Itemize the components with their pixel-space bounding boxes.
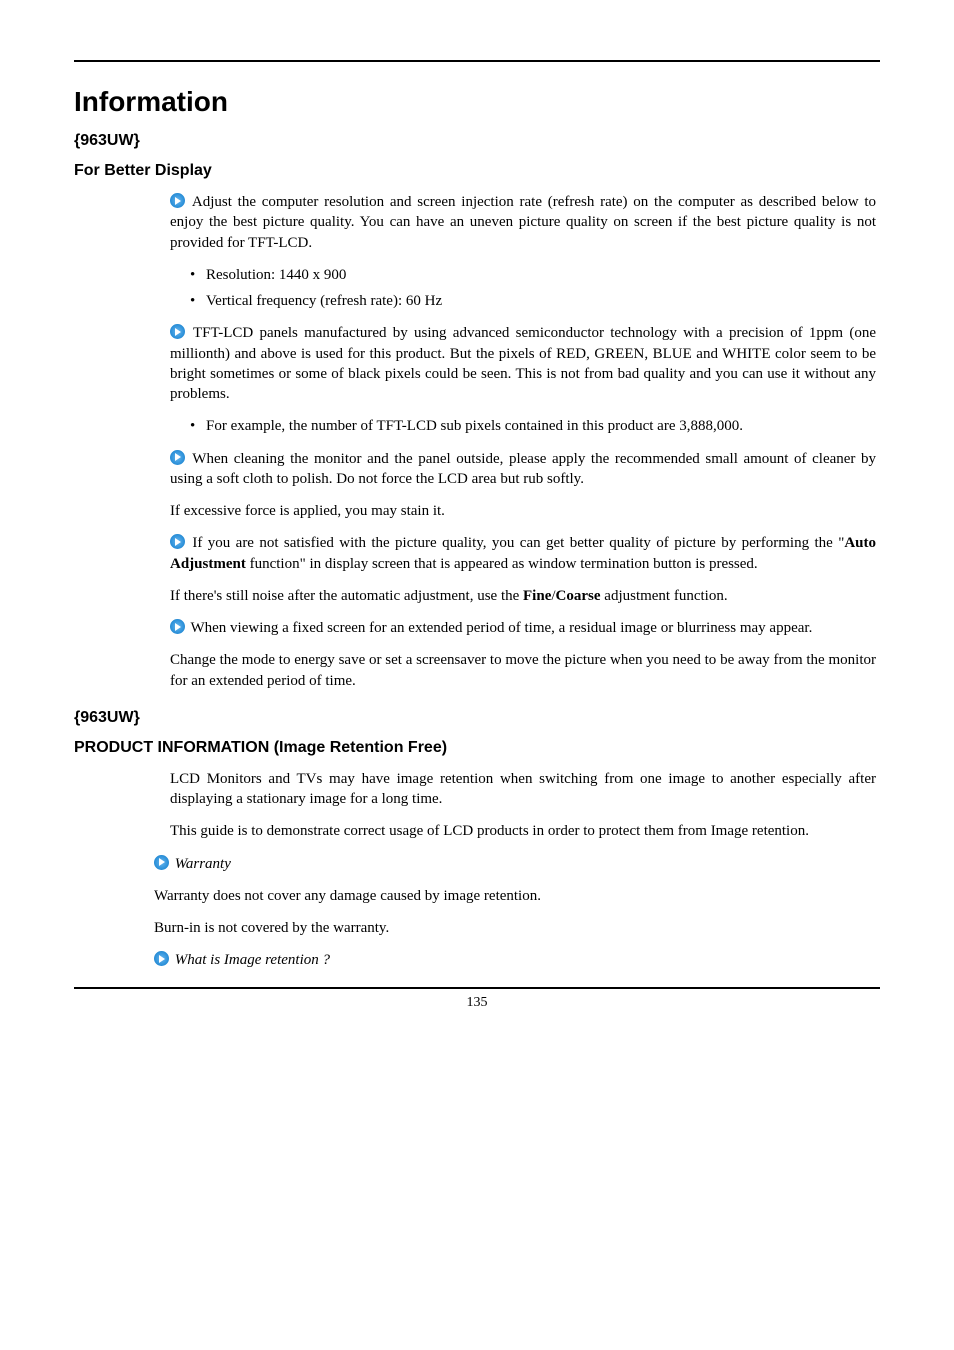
arrow-bullet-icon: [170, 534, 185, 549]
page-title: Information: [74, 86, 880, 118]
paragraph-text: function" in display screen that is appe…: [246, 556, 758, 572]
paragraph: Burn-in is not covered by the warranty.: [154, 918, 876, 938]
italic-label: What is Image retention ?: [175, 952, 330, 968]
model-heading-2: {963UW}: [74, 709, 880, 727]
arrow-bullet-icon: [170, 450, 185, 465]
bullet-list: For example, the number of TFT-LCD sub p…: [170, 416, 876, 436]
list-item: For example, the number of TFT-LCD sub p…: [190, 416, 876, 436]
arrow-bullet-icon: [170, 193, 185, 208]
section2-intro: LCD Monitors and TVs may have image rete…: [170, 769, 876, 842]
paragraph: This guide is to demonstrate correct usa…: [170, 821, 876, 841]
bold-text: Fine: [523, 588, 551, 604]
section2-sub: Warranty Warranty does not cover any dam…: [154, 854, 876, 971]
section-heading-product-info: PRODUCT INFORMATION (Image Retention Fre…: [74, 739, 880, 757]
paragraph: If there's still noise after the automat…: [170, 586, 876, 606]
paragraph: When viewing a fixed screen for an exten…: [170, 618, 876, 638]
paragraph-text: If there's still noise after the automat…: [170, 588, 523, 604]
top-rule: [74, 60, 880, 62]
arrow-bullet-icon: [170, 324, 185, 339]
paragraph: Change the mode to energy save or set a …: [170, 650, 876, 691]
list-item: Vertical frequency (refresh rate): 60 Hz: [190, 291, 876, 311]
paragraph: Adjust the computer resolution and scree…: [170, 192, 876, 253]
arrow-bullet-icon: [154, 951, 169, 966]
paragraph: TFT-LCD panels manufactured by using adv…: [170, 323, 876, 404]
arrow-bullet-icon: [170, 619, 185, 634]
bottom-rule: [74, 987, 880, 989]
paragraph-text: TFT-LCD panels manufactured by using adv…: [170, 325, 876, 402]
paragraph-text: Adjust the computer resolution and scree…: [170, 194, 876, 251]
arrow-bullet-icon: [154, 855, 169, 870]
section-heading-better-display: For Better Display: [74, 162, 880, 180]
paragraph-text: If you are not satisfied with the pictur…: [187, 535, 844, 551]
paragraph: If excessive force is applied, you may s…: [170, 501, 876, 521]
paragraph: LCD Monitors and TVs may have image rete…: [170, 769, 876, 810]
italic-label: Warranty: [175, 856, 231, 872]
bold-text: Coarse: [556, 588, 601, 604]
paragraph-text: When cleaning the monitor and the panel …: [170, 451, 876, 487]
bullet-list: Resolution: 1440 x 900 Vertical frequenc…: [170, 265, 876, 312]
paragraph: Warranty does not cover any damage cause…: [154, 886, 876, 906]
page-number: 135: [74, 995, 880, 1011]
model-heading-1: {963UW}: [74, 132, 880, 150]
document-page: Information {963UW} For Better Display A…: [0, 0, 954, 1051]
paragraph-text: When viewing a fixed screen for an exten…: [187, 620, 812, 636]
subheading-what-is-image-retention: What is Image retention ?: [154, 950, 876, 970]
paragraph: When cleaning the monitor and the panel …: [170, 449, 876, 490]
section1-body: Adjust the computer resolution and scree…: [170, 192, 876, 691]
paragraph-text: adjustment function.: [601, 588, 728, 604]
subheading-warranty: Warranty: [154, 854, 876, 874]
list-item: Resolution: 1440 x 900: [190, 265, 876, 285]
paragraph: If you are not satisfied with the pictur…: [170, 533, 876, 574]
